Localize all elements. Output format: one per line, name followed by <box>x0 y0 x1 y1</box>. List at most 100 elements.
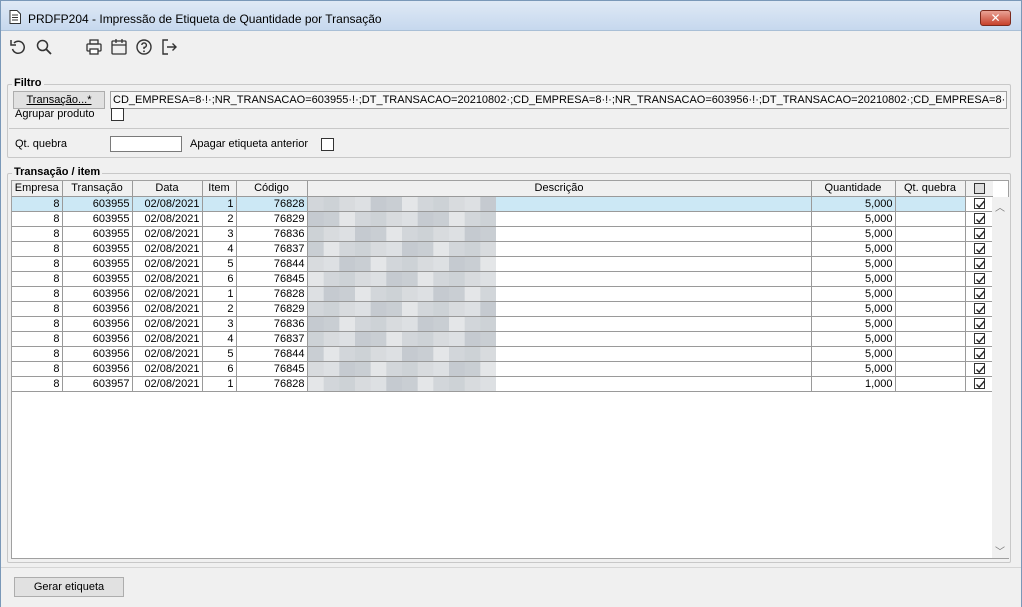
cell-qt-quebra[interactable] <box>895 196 966 212</box>
cell-empresa: 8 <box>12 376 63 392</box>
redacted-description <box>307 316 496 330</box>
cell-select[interactable] <box>965 271 993 287</box>
cell-empresa: 8 <box>12 286 63 302</box>
table-row[interactable]: 8 603956 02/08/2021 3 76836 5,000 <box>12 316 993 332</box>
row-checkbox[interactable] <box>973 228 985 240</box>
cell-qt-quebra[interactable] <box>895 226 966 242</box>
transacao-filter-field[interactable]: CD_EMPRESA=8·!·;NR_TRANSACAO=603955·!·;D… <box>110 91 1007 109</box>
vertical-scrollbar[interactable]: ︿ ﹀ <box>992 197 1009 558</box>
row-checkbox[interactable] <box>973 243 985 255</box>
cell-quantidade: 5,000 <box>811 256 896 272</box>
cell-qt-quebra[interactable] <box>895 346 966 362</box>
cell-data: 02/08/2021 <box>132 301 203 317</box>
column-header-empresa[interactable]: Empresa <box>12 181 63 197</box>
cell-select[interactable] <box>965 316 993 332</box>
undo-button[interactable] <box>9 38 27 56</box>
row-checkbox[interactable] <box>973 288 985 300</box>
cell-descricao-redacted <box>307 256 812 272</box>
cell-select[interactable] <box>965 286 993 302</box>
table-row[interactable]: 8 603955 02/08/2021 2 76829 5,000 <box>12 211 993 227</box>
table-row[interactable]: 8 603955 02/08/2021 4 76837 5,000 <box>12 241 993 257</box>
print-icon <box>86 39 102 55</box>
row-checkbox[interactable] <box>973 318 985 330</box>
column-header-descricao[interactable]: Descrição <box>307 181 812 197</box>
column-header-transacao[interactable]: Transação <box>62 181 133 197</box>
cell-qt-quebra[interactable] <box>895 331 966 347</box>
cell-qt-quebra[interactable] <box>895 256 966 272</box>
column-header-data[interactable]: Data <box>132 181 203 197</box>
cell-codigo: 76845 <box>236 271 308 287</box>
row-checkbox[interactable] <box>973 363 985 375</box>
cell-qt-quebra[interactable] <box>895 271 966 287</box>
cell-data: 02/08/2021 <box>132 211 203 227</box>
qt-quebra-input[interactable] <box>110 136 182 152</box>
cell-select[interactable] <box>965 331 993 347</box>
table-row[interactable]: 8 603956 02/08/2021 5 76844 5,000 <box>12 346 993 362</box>
row-checkbox[interactable] <box>973 198 985 210</box>
cell-select[interactable] <box>965 361 993 377</box>
cell-empresa: 8 <box>12 271 63 287</box>
exit-button[interactable] <box>160 38 178 56</box>
table-row[interactable]: 8 603956 02/08/2021 1 76828 5,000 <box>12 286 993 302</box>
table-row[interactable]: 8 603956 02/08/2021 6 76845 5,000 <box>12 361 993 377</box>
table-row[interactable]: 8 603955 02/08/2021 6 76845 5,000 <box>12 271 993 287</box>
cell-select[interactable] <box>965 226 993 242</box>
cell-item: 2 <box>202 301 237 317</box>
cell-select[interactable] <box>965 211 993 227</box>
cell-select[interactable] <box>965 196 993 212</box>
cell-qt-quebra[interactable] <box>895 241 966 257</box>
select-all-header[interactable] <box>965 181 993 197</box>
cell-transacao: 603955 <box>62 271 133 287</box>
checkmark-icon <box>975 320 985 329</box>
print-button[interactable] <box>85 38 103 56</box>
row-checkbox[interactable] <box>973 258 985 270</box>
cell-qt-quebra[interactable] <box>895 316 966 332</box>
cell-select[interactable] <box>965 376 993 392</box>
redacted-description <box>307 271 496 285</box>
row-checkbox[interactable] <box>973 348 985 360</box>
cell-quantidade: 5,000 <box>811 211 896 227</box>
scroll-up-icon[interactable]: ︿ <box>995 199 1005 214</box>
cell-descricao-redacted <box>307 286 812 302</box>
row-checkbox[interactable] <box>973 333 985 345</box>
agrupar-produto-checkbox[interactable] <box>111 108 124 121</box>
cell-descricao-redacted <box>307 346 812 362</box>
row-checkbox[interactable] <box>973 273 985 285</box>
cell-qt-quebra[interactable] <box>895 376 966 392</box>
cell-qt-quebra[interactable] <box>895 211 966 227</box>
row-checkbox[interactable] <box>973 378 985 390</box>
transacao-button[interactable]: Transação...* <box>13 91 105 109</box>
cell-qt-quebra[interactable] <box>895 301 966 317</box>
cell-descricao-redacted <box>307 226 812 242</box>
row-checkbox[interactable] <box>973 213 985 225</box>
cell-qt-quebra[interactable] <box>895 361 966 377</box>
column-header-qt-quebra[interactable]: Qt. quebra <box>895 181 966 197</box>
table-row[interactable]: 8 603956 02/08/2021 4 76837 5,000 <box>12 331 993 347</box>
search-button[interactable] <box>35 38 53 56</box>
cell-select[interactable] <box>965 346 993 362</box>
gerar-etiqueta-button[interactable]: Gerar etiqueta <box>14 577 124 597</box>
cell-quantidade: 5,000 <box>811 241 896 257</box>
row-checkbox[interactable] <box>973 303 985 315</box>
cell-select[interactable] <box>965 256 993 272</box>
cell-transacao: 603955 <box>62 256 133 272</box>
scroll-down-icon[interactable]: ﹀ <box>995 543 1005 558</box>
help-icon <box>136 39 152 55</box>
table-row[interactable]: 8 603955 02/08/2021 3 76836 5,000 <box>12 226 993 242</box>
column-header-item[interactable]: Item <box>202 181 237 197</box>
column-header-quantidade[interactable]: Quantidade <box>811 181 896 197</box>
calendar-button[interactable] <box>110 38 128 56</box>
table-row[interactable]: 8 603956 02/08/2021 2 76829 5,000 <box>12 301 993 317</box>
close-button[interactable]: ✕ <box>980 10 1011 26</box>
table-row[interactable]: 8 603955 02/08/2021 1 76828 5,000 <box>12 196 993 212</box>
help-button[interactable] <box>135 38 153 56</box>
select-all-checkbox[interactable] <box>973 182 985 194</box>
table-row[interactable]: 8 603955 02/08/2021 5 76844 5,000 <box>12 256 993 272</box>
close-icon: ✕ <box>990 11 1001 25</box>
cell-qt-quebra[interactable] <box>895 286 966 302</box>
apagar-etiqueta-checkbox[interactable] <box>321 138 334 151</box>
cell-select[interactable] <box>965 241 993 257</box>
table-row[interactable]: 8 603957 02/08/2021 1 76828 1,000 <box>12 376 993 392</box>
cell-select[interactable] <box>965 301 993 317</box>
column-header-codigo[interactable]: Código <box>236 181 308 197</box>
